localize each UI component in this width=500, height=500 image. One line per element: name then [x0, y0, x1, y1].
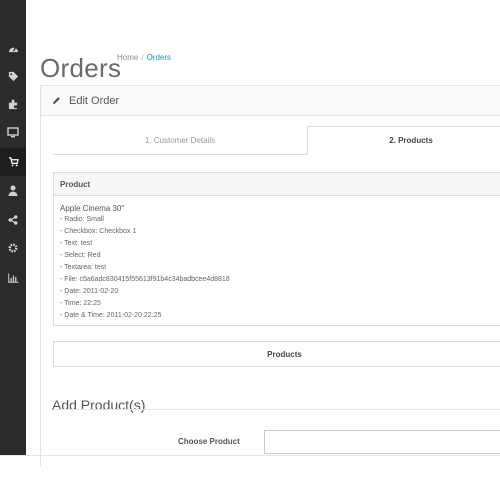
sidebar-item-marketing[interactable]	[0, 206, 26, 234]
sidebar-item-sales[interactable]	[0, 148, 26, 176]
product-option: - Textarea: test	[60, 264, 107, 271]
product-option: - Select: Red	[60, 252, 101, 259]
product-option: - Text: test	[60, 240, 93, 247]
product-option: - File: c5a6adc830415f55613f91b4c34badbc…	[60, 276, 230, 283]
product-option: - Date & Time: 2011-02-20 22:25	[60, 312, 162, 319]
dashboard-icon	[8, 46, 18, 52]
choose-product-label: Choose Product	[178, 437, 240, 446]
tab-customer-details[interactable]: 1. Customer Details	[53, 126, 307, 154]
shopping-cart-icon	[8, 157, 19, 167]
breadcrumb-separator: /	[141, 53, 144, 62]
desktop-icon	[7, 126, 19, 137]
breadcrumb-home[interactable]: Home	[117, 53, 138, 62]
panel-heading: Edit Order	[41, 86, 500, 116]
sidebar-item-extensions[interactable]	[0, 90, 26, 118]
section-divider	[53, 409, 500, 410]
user-icon	[8, 185, 18, 196]
sidebar-item-system[interactable]	[0, 234, 26, 262]
panel-title: Edit Order	[69, 94, 120, 107]
tags-icon	[8, 71, 18, 81]
product-option: - Radio: Small	[60, 216, 104, 223]
main-content: Orders Home / Orders Edit Order 1. Custome…	[26, 0, 500, 500]
products-button[interactable]: Products	[53, 341, 500, 367]
sidebar-item-dashboard[interactable]	[0, 34, 26, 62]
pencil-icon	[52, 96, 61, 105]
sidebar-item-customers[interactable]	[0, 176, 26, 204]
product-option: - Time: 22:25	[60, 300, 101, 307]
product-table: Product Apple Cinema 30" - Radio: Small …	[53, 172, 500, 326]
tab-products[interactable]: 2. Products	[307, 126, 500, 155]
sidebar	[0, 0, 26, 455]
edit-order-panel: Edit Order 1. Customer Details 2. Produc…	[40, 85, 500, 466]
product-cell: Apple Cinema 30" - Radio: Small - Checkb…	[54, 196, 500, 329]
page-title: Orders	[40, 53, 122, 84]
product-option: - Date: 2011-02-20	[60, 288, 119, 295]
sidebar-item-catalog[interactable]	[0, 62, 26, 90]
sidebar-item-design[interactable]	[0, 118, 26, 146]
product-option: - Checkbox: Checkbox 1	[60, 228, 137, 235]
product-column-header: Product	[54, 173, 500, 196]
cog-icon	[8, 243, 18, 253]
breadcrumb: Home / Orders	[117, 53, 171, 62]
share-icon	[8, 215, 18, 225]
order-tabs: 1. Customer Details 2. Products	[53, 126, 500, 155]
breadcrumb-orders[interactable]: Orders	[147, 53, 171, 62]
bar-chart-icon	[7, 273, 18, 283]
puzzle-icon	[8, 98, 17, 109]
product-name: Apple Cinema 30"	[60, 204, 125, 213]
add-products-heading: Add Product(s)	[52, 396, 146, 413]
page-bottom-divider	[0, 455, 500, 456]
sidebar-item-reports[interactable]	[0, 264, 26, 292]
choose-product-input[interactable]	[264, 430, 500, 454]
